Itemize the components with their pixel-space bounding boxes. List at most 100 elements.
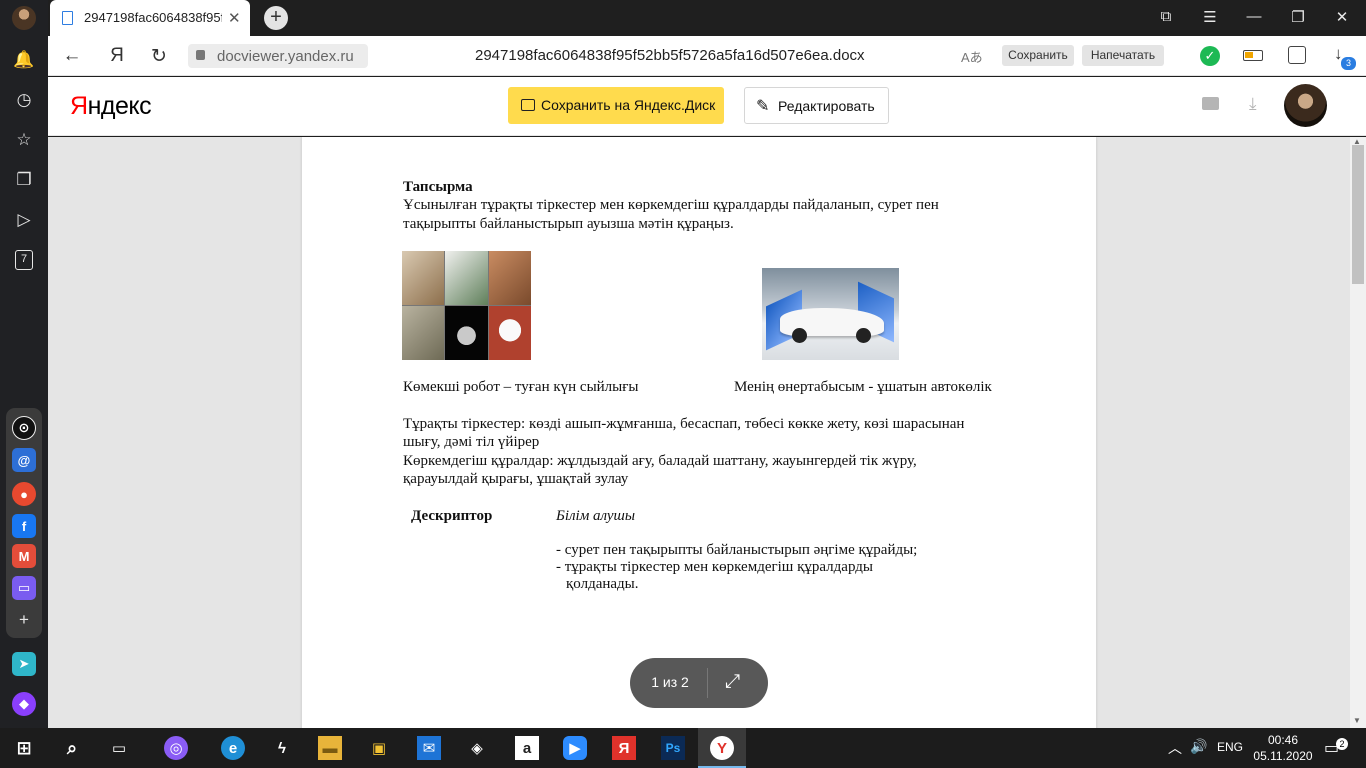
task-view-icon[interactable]: ▭ bbox=[107, 736, 131, 760]
collections-icon[interactable]: ❐ bbox=[0, 162, 48, 198]
lock-icon bbox=[196, 50, 205, 60]
translate-icon[interactable]: Aあ bbox=[961, 47, 983, 66]
doc-phrases-line-2: шығу, дәмі тіл үйірер bbox=[403, 434, 540, 450]
yandex-home-button[interactable]: Я bbox=[105, 45, 129, 67]
document-viewer[interactable]: Тапсырма Ұсынылған тұрақты тіркестер мен… bbox=[48, 137, 1350, 728]
document-icon bbox=[62, 11, 73, 25]
save-to-disk-button[interactable]: Сохранить на Яндекс.Диск bbox=[508, 87, 724, 124]
descriptor-label: Дескриптор bbox=[411, 508, 493, 524]
doc-task-line-1: Ұсынылған тұрақты тіркестер мен көркемде… bbox=[403, 197, 939, 213]
fullscreen-icon[interactable]: ⤢ bbox=[725, 671, 740, 693]
tray-chevron-icon[interactable]: ︿ bbox=[1168, 738, 1182, 758]
doc-devices-line-2: қарауылдай қырағы, ұшақтай зулау bbox=[403, 471, 629, 487]
close-window-button[interactable]: ✕ bbox=[1332, 8, 1352, 26]
yandex-app-icon[interactable]: Я bbox=[612, 736, 636, 760]
page-navigator: 1 из 2 ⤢ bbox=[630, 658, 768, 708]
tab-bar: 2947198fac6064838f95f ✕ + ⧉ ☰ — ❐ ✕ bbox=[48, 0, 1366, 36]
caption-right: Менің өнертабысым - ұшатын автокөлік bbox=[734, 379, 992, 395]
volume-icon[interactable]: 🔊 bbox=[1190, 738, 1207, 755]
zoom-icon[interactable]: ▶ bbox=[563, 736, 587, 760]
bookmarks-icon[interactable]: ⧉ bbox=[1156, 8, 1176, 25]
vertical-scrollbar[interactable]: ▲ ▼ bbox=[1350, 137, 1366, 728]
store-icon[interactable]: ▣ bbox=[367, 736, 391, 760]
star-icon[interactable]: ☆ bbox=[0, 122, 48, 158]
sidebar-avatar[interactable] bbox=[12, 6, 36, 30]
yandex-browser-icon[interactable]: Y bbox=[710, 736, 734, 760]
language-indicator[interactable]: ENG bbox=[1217, 740, 1243, 754]
robot-collage-image bbox=[402, 251, 531, 360]
disk-icon bbox=[521, 99, 535, 111]
add-app-icon[interactable]: + bbox=[0, 602, 48, 638]
alice-icon[interactable]: ◎ bbox=[164, 736, 188, 760]
page-title: 2947198fac6064838f95f52bb5f5726a5fa16d50… bbox=[475, 47, 865, 64]
history-icon[interactable]: ◷ bbox=[0, 82, 48, 118]
pager-divider bbox=[707, 668, 708, 698]
scroll-thumb[interactable] bbox=[1352, 145, 1364, 284]
windows-taskbar: ⊞ ⌕ ▭ ◎ e ϟ ▬ ▣ ✉ ◈ a ▶ Я Ps Y ︿ 🔊 ENG 0… bbox=[0, 728, 1366, 768]
app-send-icon[interactable]: ➤ bbox=[12, 652, 36, 676]
calendar-icon[interactable]: 7 bbox=[15, 250, 33, 270]
amazon-icon[interactable]: a bbox=[515, 736, 539, 760]
scroll-down-icon[interactable]: ▼ bbox=[1353, 716, 1361, 725]
user-avatar[interactable] bbox=[1284, 84, 1327, 127]
app-mail-at-icon[interactable]: @ bbox=[12, 448, 36, 472]
tab-close-icon[interactable]: ✕ bbox=[228, 9, 241, 27]
print-page-button[interactable]: Напечатать bbox=[1082, 45, 1164, 66]
yandex-logo[interactable]: Яндекс bbox=[70, 92, 152, 121]
criteria-item-2: - тұрақты тіркестер мен көркемдегіш құра… bbox=[556, 559, 873, 575]
file-explorer-icon[interactable]: ▬ bbox=[318, 736, 342, 760]
app-clock-icon[interactable]: ⊙ bbox=[12, 416, 36, 440]
extensions-icon[interactable] bbox=[1288, 46, 1306, 64]
doc-phrases-line-1: Тұрақты тіркестер: көзді ашып-жұмғанша, … bbox=[403, 416, 965, 432]
doc-devices-line-1: Көркемдегіш құралдар: жұлдыздай ағу, бал… bbox=[403, 453, 917, 469]
save-page-button[interactable]: Сохранить bbox=[1002, 45, 1074, 66]
vpn-icon[interactable]: ϟ bbox=[270, 736, 294, 760]
doc-heading: Тапсырма bbox=[403, 179, 473, 195]
downloads-badge: 3 bbox=[1341, 57, 1356, 70]
battery-icon[interactable] bbox=[1243, 50, 1263, 61]
search-icon[interactable]: ⌕ bbox=[60, 736, 84, 760]
app-facebook-icon[interactable]: f bbox=[12, 514, 36, 538]
pencil-icon: ✎ bbox=[756, 98, 770, 115]
document-page: Тапсырма Ұсынылған тұрақты тіркестер мен… bbox=[302, 137, 1096, 728]
new-tab-button[interactable]: + bbox=[264, 6, 288, 30]
restore-button[interactable]: ❐ bbox=[1288, 8, 1308, 26]
clock-date: 05.11.2020 bbox=[1253, 749, 1313, 763]
address-bar: ← Я ↻ docviewer.yandex.ru 2947198fac6064… bbox=[48, 36, 1366, 76]
caption-left: Көмекші робот – туған күн сыйлығы bbox=[403, 379, 639, 395]
learner-label: Білім алушы bbox=[556, 508, 636, 524]
photoshop-icon[interactable]: Ps bbox=[661, 736, 685, 760]
download-icon[interactable]: ⤓ bbox=[1249, 94, 1257, 114]
edge-icon[interactable]: e bbox=[221, 736, 245, 760]
clock[interactable]: 00:46 05.11.2020 bbox=[1253, 732, 1313, 764]
app-chrome-icon[interactable]: ● bbox=[12, 482, 36, 506]
clock-time: 00:46 bbox=[1267, 733, 1299, 747]
flying-car-image bbox=[762, 268, 899, 360]
app-messenger-icon[interactable]: ▭ bbox=[12, 576, 36, 600]
print-icon[interactable] bbox=[1202, 97, 1219, 110]
minimize-button[interactable]: — bbox=[1244, 8, 1264, 25]
video-icon[interactable]: ▷ bbox=[0, 202, 48, 238]
windows-start-icon[interactable]: ⊞ bbox=[12, 736, 36, 760]
domain-text: docviewer.yandex.ru bbox=[217, 48, 354, 65]
docviewer-header: Яндекс Сохранить на Яндекс.Диск ✎ Редакт… bbox=[48, 77, 1366, 136]
tab-title: 2947198fac6064838f95f bbox=[84, 10, 222, 25]
page-counter: 1 из 2 bbox=[651, 674, 689, 690]
edit-button[interactable]: ✎ Редактировать bbox=[744, 87, 889, 124]
url-field[interactable]: docviewer.yandex.ru bbox=[188, 44, 368, 68]
tab-document[interactable]: 2947198fac6064838f95f ✕ bbox=[50, 0, 250, 36]
app-gmail-icon[interactable]: M bbox=[12, 544, 36, 568]
notifications-badge: 2 bbox=[1336, 738, 1348, 750]
dropbox-icon[interactable]: ◈ bbox=[465, 736, 489, 760]
criteria-item-2-cont: қолданады. bbox=[566, 576, 639, 592]
back-button[interactable]: ← bbox=[60, 45, 84, 67]
app-alice-icon[interactable]: ◆ bbox=[12, 692, 36, 716]
doc-task-line-2: тақырыпты байланыстырып ауызша мәтін құр… bbox=[403, 216, 734, 232]
menu-icon[interactable]: ☰ bbox=[1200, 8, 1220, 26]
protect-check-icon[interactable]: ✓ bbox=[1200, 46, 1220, 66]
bell-icon[interactable]: 🔔 bbox=[0, 42, 48, 78]
criteria-item-1: - сурет пен тақырыпты байланыстырып әңгі… bbox=[556, 542, 918, 558]
reload-button[interactable]: ↻ bbox=[147, 45, 171, 68]
yandex-sidebar: 🔔 ◷ ☆ ❐ ▷ 7 ⊙ @ ● f M ▭ + ➤ ◆ bbox=[0, 0, 48, 728]
mail-icon[interactable]: ✉ bbox=[417, 736, 441, 760]
